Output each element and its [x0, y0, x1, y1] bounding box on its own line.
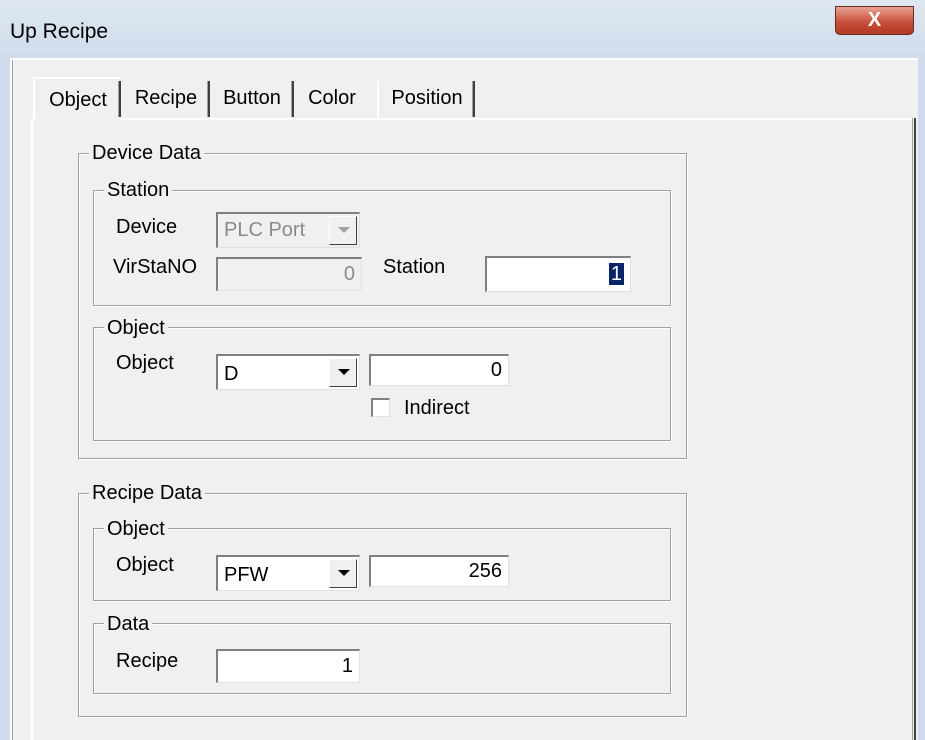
tab-button[interactable]: Button [213, 79, 291, 119]
station-label: Station [383, 256, 446, 278]
window-frame-left [0, 58, 10, 740]
tab-object-label: Object [49, 89, 107, 111]
tab-color[interactable]: Color [297, 79, 367, 119]
recipe-data-legend: Recipe Data [89, 482, 206, 504]
data-group [93, 623, 671, 694]
recipe-value: 1 [341, 655, 353, 677]
close-button[interactable]: X [835, 6, 914, 35]
device-object-address-value: 0 [490, 359, 502, 381]
tab-page-border-left [31, 118, 33, 740]
tab-position[interactable]: Position [381, 79, 473, 119]
device-combo-value: PLC Port [224, 219, 306, 241]
close-icon: X [867, 9, 882, 31]
tab-divider [207, 81, 210, 117]
device-object-address-field[interactable]: 0 [369, 354, 509, 386]
recipe-field[interactable]: 1 [216, 649, 360, 683]
device-label: Device [116, 216, 178, 238]
data-legend: Data [104, 613, 153, 635]
chevron-down-icon[interactable] [329, 358, 357, 387]
indirect-checkbox[interactable] [371, 398, 390, 417]
tab-recipe[interactable]: Recipe [124, 79, 208, 119]
tab-page-border-right [912, 118, 916, 740]
recipe-object-address-value: 256 [468, 560, 502, 582]
recipe-label: Recipe [116, 650, 179, 672]
tab-button-label: Button [223, 87, 281, 109]
virstano-field[interactable]: 0 [216, 257, 362, 291]
chevron-down-icon[interactable] [329, 559, 357, 588]
window-title: Up Recipe [10, 20, 109, 43]
device-data-legend: Device Data [89, 142, 204, 164]
indirect-label: Indirect [404, 397, 470, 419]
chevron-down-icon[interactable] [329, 216, 357, 245]
virstano-value: 0 [343, 263, 355, 285]
recipe-object-legend: Object [104, 518, 168, 540]
recipe-object-type-combo[interactable]: PFW [216, 555, 360, 591]
recipe-object-label: Object [116, 554, 174, 576]
recipe-object-address-field[interactable]: 256 [369, 555, 509, 587]
tab-divider [118, 81, 121, 117]
tab-divider [291, 81, 294, 117]
device-object-legend: Object [104, 317, 168, 339]
tab-color-label: Color [308, 87, 356, 109]
window-frame-right [918, 58, 925, 740]
recipe-object-type-value: PFW [224, 564, 269, 586]
station-value: 1 [608, 263, 624, 285]
tab-divider [377, 81, 379, 117]
tab-divider [472, 81, 475, 117]
device-object-type-value: D [224, 363, 239, 385]
tab-position-label: Position [391, 87, 463, 109]
tab-object[interactable]: Object [33, 77, 121, 120]
tab-recipe-label: Recipe [134, 87, 198, 109]
virstano-label: VirStaNO [113, 256, 198, 278]
station-legend: Station [104, 179, 173, 201]
device-object-label: Object [116, 352, 174, 374]
device-combo[interactable]: PLC Port [216, 212, 360, 248]
title-bar [0, 0, 925, 58]
station-field[interactable]: 1 [485, 256, 631, 292]
device-object-type-combo[interactable]: D [216, 354, 360, 390]
